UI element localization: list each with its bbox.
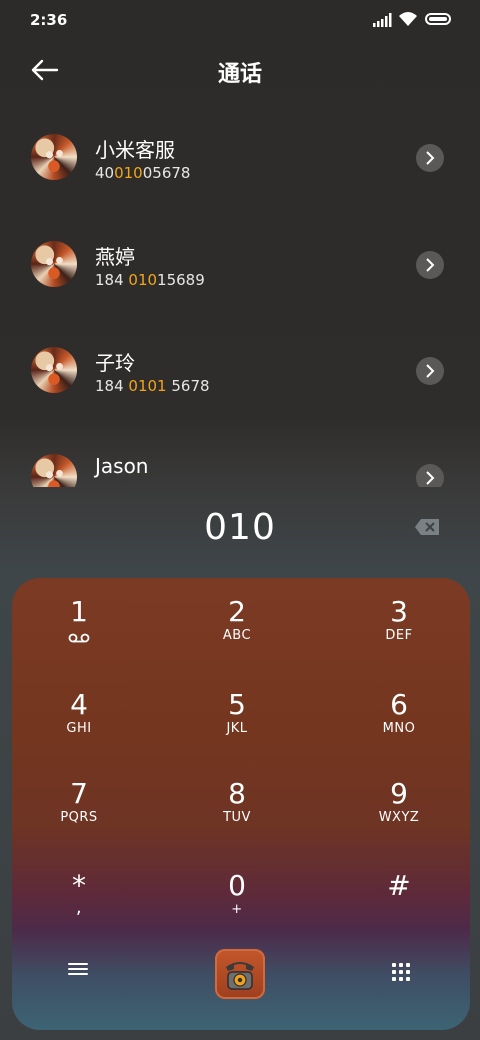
avatar bbox=[31, 134, 77, 180]
contact-row[interactable]: 子玲 184 0101 5678 bbox=[0, 317, 480, 417]
avatar bbox=[31, 454, 77, 487]
key-6[interactable]: 6 MNO bbox=[344, 689, 454, 769]
contact-list: 小米客服 4001005678 燕婷 184 01015689 子玲 184 0… bbox=[0, 104, 480, 487]
page-title: 通话 bbox=[217, 62, 262, 87]
contact-number: 184 0101 5678 bbox=[95, 377, 210, 395]
contact-name: 小米客服 bbox=[95, 138, 175, 162]
wifi-icon bbox=[399, 12, 417, 26]
dial-pad: 1 2 ABC 3 DEF 4 GHI 5 JKL 6 MNO 7 PQRS 8 TUV 9W… bbox=[12, 578, 470, 1030]
menu-icon[interactable] bbox=[68, 960, 88, 978]
key-1[interactable]: 1 bbox=[24, 596, 134, 676]
contact-number: 184 01015689 bbox=[95, 271, 205, 289]
status-time: 2:36 bbox=[30, 11, 68, 29]
key-star[interactable]: *, bbox=[24, 870, 134, 950]
signal-icon bbox=[373, 13, 392, 27]
contact-detail-button[interactable] bbox=[416, 464, 444, 487]
key-7[interactable]: 7 PQRS bbox=[24, 778, 134, 858]
avatar bbox=[31, 347, 77, 393]
dial-display: 010 bbox=[0, 487, 480, 572]
contact-number: 4001005678 bbox=[95, 164, 191, 182]
avatar bbox=[31, 241, 77, 287]
contact-name: 燕婷 bbox=[95, 245, 135, 269]
call-button[interactable] bbox=[215, 949, 265, 999]
contact-detail-button[interactable] bbox=[416, 357, 444, 385]
header: 通话 bbox=[0, 40, 480, 100]
key-2[interactable]: 2 ABC bbox=[182, 596, 292, 676]
contact-detail-button[interactable] bbox=[416, 251, 444, 279]
rotary-phone-icon bbox=[226, 962, 254, 990]
dialed-number: 010 bbox=[204, 507, 276, 548]
contact-name: Jason bbox=[95, 454, 149, 478]
key-5[interactable]: 5 JKL bbox=[182, 689, 292, 769]
status-bar: 2:36 bbox=[0, 0, 480, 40]
contact-row[interactable]: 燕婷 184 01015689 bbox=[0, 211, 480, 311]
key-9[interactable]: 9 WXYZ bbox=[344, 778, 454, 858]
key-4[interactable]: 4 GHI bbox=[24, 689, 134, 769]
chevron-right-icon bbox=[426, 471, 435, 485]
contact-row[interactable]: 小米客服 4001005678 bbox=[0, 104, 480, 204]
backspace-icon[interactable] bbox=[414, 518, 440, 536]
chevron-right-icon bbox=[426, 364, 435, 378]
keypad-grid-icon[interactable] bbox=[392, 963, 410, 981]
key-3[interactable]: 3 DEF bbox=[344, 596, 454, 676]
key-8[interactable]: 8 TUV bbox=[182, 778, 292, 858]
key-hash[interactable]: # bbox=[344, 870, 454, 950]
chevron-right-icon bbox=[426, 258, 435, 272]
chevron-right-icon bbox=[426, 151, 435, 165]
battery-icon bbox=[425, 13, 451, 25]
contact-row[interactable]: Jason bbox=[0, 424, 480, 487]
voicemail-icon bbox=[68, 633, 90, 643]
contact-detail-button[interactable] bbox=[416, 144, 444, 172]
contact-name: 子玲 bbox=[95, 351, 135, 375]
key-0[interactable]: 0 + bbox=[182, 870, 292, 950]
